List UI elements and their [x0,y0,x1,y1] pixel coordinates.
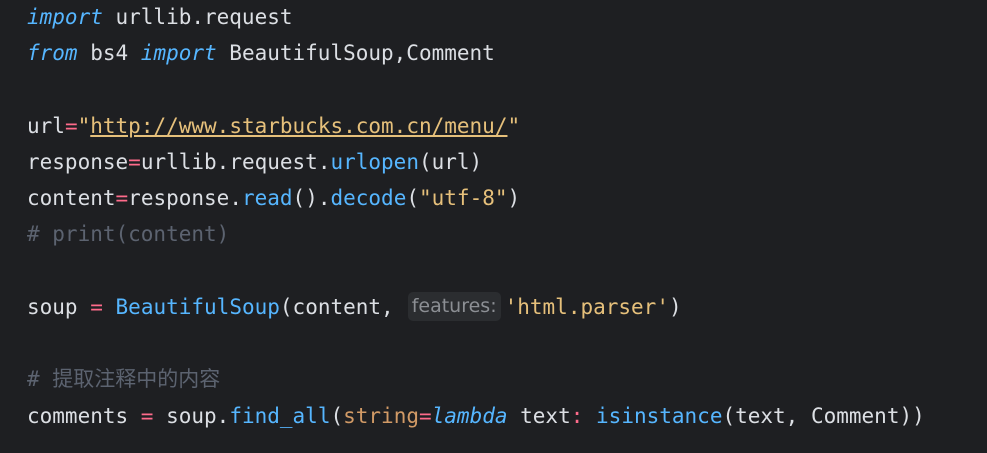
code-line-4[interactable]: url="http://www.starbucks.com.cn/menu/" [27,110,520,142]
keyword-argument: string [343,404,419,428]
punctuation: ) [668,295,682,319]
variable-name: content [27,186,116,210]
function-call: BeautifulSoup [115,295,280,319]
function-call: isinstance [596,404,723,428]
object-ref: response. [128,186,242,210]
string-literal: 'html.parser' [504,295,669,319]
string-quote: " [507,114,521,138]
code-line-5[interactable]: response=urllib.request.urlopen(url) [27,146,482,178]
call-args: (content, [279,295,394,319]
keyword-import: import [140,41,217,65]
assign-operator: = [115,186,129,210]
function-call: find_all [229,404,331,428]
punctuation: (). [292,186,331,210]
code-line-12[interactable]: comments = soup.find_all(string=lambda t… [27,400,925,432]
variable-name: url [27,114,65,138]
variable-name: soup [27,295,91,319]
assign-operator: = [64,114,78,138]
code-editor[interactable]: import urllib.request from bs4 import Be… [0,0,987,453]
code-line-6[interactable]: content=response.read().decode("utf-8") [27,182,520,214]
keyword-import: import [27,5,103,29]
assign-operator: = [90,295,103,319]
url-link[interactable]: http://www.starbucks.com.cn/menu/ [90,114,507,138]
punctuation: ) [507,186,521,210]
assign-operator: = [128,150,141,174]
variable-name: comments [27,404,141,428]
module-name: bs4 [77,41,141,65]
keyword-from: from [27,41,78,65]
punctuation: ( [406,186,419,210]
object-ref: urllib.request. [140,150,331,174]
object-ref: soup. [153,404,230,428]
call-args: (text, Comment)) [722,404,925,428]
string-quote: " [77,114,91,138]
string-literal: "utf-8" [419,186,508,210]
function-call: decode [330,186,407,210]
function-call: urlopen [330,150,419,174]
code-line-7[interactable]: # print(content) [27,218,229,250]
keyword-lambda: lambda [431,404,508,428]
assign-operator: = [140,404,154,428]
import-names: BeautifulSoup,Comment [216,41,495,65]
assign-operator: = [418,404,432,428]
function-call: read [241,186,293,210]
colon-operator: : [570,404,584,428]
code-line-1[interactable]: import urllib.request [27,1,293,33]
code-line-9[interactable]: soup = BeautifulSoup(content, features:'h… [27,291,682,323]
lambda-param: text [507,404,571,428]
call-args: (url) [418,150,483,174]
comment: # 提取注释中的内容 [27,367,221,391]
code-line-2[interactable]: from bs4 import BeautifulSoup,Comment [27,37,495,69]
module-name: urllib.request [102,5,293,29]
parameter-hint-badge: features: [407,292,501,321]
code-line-11[interactable]: # 提取注释中的内容 [27,363,220,395]
comment: # print(content) [27,222,230,246]
punctuation: ( [330,404,344,428]
variable-name: response [27,150,129,174]
